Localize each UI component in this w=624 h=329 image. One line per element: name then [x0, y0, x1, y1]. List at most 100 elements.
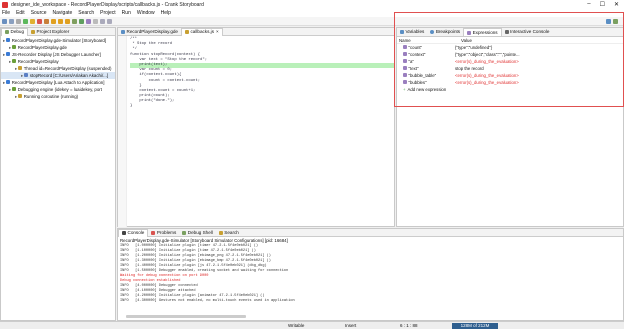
step-return-icon[interactable]: [65, 18, 70, 24]
expression-value: <error(s)_during_the_evaluation>: [455, 73, 519, 78]
tab-interactive-console[interactable]: Interactive Console: [502, 28, 553, 36]
code-editor[interactable]: /** * Stop the record */function stopRec…: [127, 36, 394, 227]
debug-tree-item[interactable]: ▸ Debugging engine (idekey = luaidekey, p…: [1, 86, 115, 93]
editor-gutter[interactable]: [118, 36, 127, 227]
expand-toggle-icon[interactable]: ▸: [9, 59, 11, 64]
expand-toggle-icon[interactable]: ▸: [9, 87, 11, 92]
new-icon[interactable]: [2, 18, 7, 24]
console-scrollbar[interactable]: [126, 315, 246, 318]
expand-toggle-icon[interactable]: ▸: [9, 45, 11, 50]
breakpoint-icon: [430, 30, 435, 34]
console-view-tabs: Console Problems Debug Shell Search: [118, 228, 623, 237]
perspective-storyboard-icon[interactable]: [606, 18, 611, 24]
menu-source[interactable]: Source: [31, 10, 47, 16]
tree-node-icon: [18, 94, 23, 98]
disconnect-icon[interactable]: [44, 18, 49, 24]
expression-value: <error(s)_during_the_evaluation>: [455, 80, 519, 85]
save-icon[interactable]: [9, 18, 14, 24]
step-into-icon[interactable]: [51, 18, 56, 24]
expand-toggle-icon[interactable]: ▸: [3, 52, 5, 57]
expressions-header: Name Value: [397, 37, 623, 44]
menu-help[interactable]: Help: [161, 10, 171, 16]
print-icon[interactable]: [16, 18, 21, 24]
tab-expressions[interactable]: Expressions: [463, 28, 502, 36]
minimize-icon[interactable]: –: [587, 1, 590, 8]
debug-tree-item[interactable]: ▸ JS-Recorder Display [JS Debugger Launch…: [1, 51, 115, 58]
forward-icon[interactable]: [107, 18, 112, 24]
expression-value: {"type":"object","class":"","pointe...: [455, 52, 520, 57]
resume-icon[interactable]: [23, 18, 28, 24]
perspective-debug-icon[interactable]: [613, 18, 618, 24]
tree-node-icon: [6, 80, 11, 84]
expression-row[interactable]: "a" <error(s)_during_the_evaluation>: [397, 58, 623, 65]
expand-toggle-icon[interactable]: ▸: [21, 73, 23, 78]
close-icon[interactable]: ✕: [614, 1, 619, 8]
tab-callbacks-js[interactable]: callbacks.js ×: [181, 27, 223, 36]
bug-icon: [5, 30, 9, 34]
debug-tree-item[interactable]: ▸ Running coroutine (running): [1, 93, 115, 100]
expand-toggle-icon[interactable]: ▸: [15, 94, 17, 99]
expression-row[interactable]: "count" {"type":"undefined"}: [397, 44, 623, 51]
menu-run[interactable]: Run: [122, 10, 131, 16]
expand-toggle-icon[interactable]: ▸: [15, 66, 17, 71]
tab-problems[interactable]: Problems: [148, 229, 179, 237]
run-icon[interactable]: [79, 18, 84, 24]
tab-project-explorer[interactable]: Project Explorer: [28, 28, 72, 36]
tree-item-label: RecordPlayerDisplay: [17, 59, 59, 64]
tree-item-label: RecordPlayerDisplay.gde: [17, 45, 67, 50]
expression-icon: [403, 73, 407, 77]
expression-value: stop the record: [455, 66, 484, 71]
expression-name: "bubbles": [397, 79, 455, 86]
tree-node-icon: [12, 59, 17, 63]
external-tools-icon[interactable]: [86, 18, 91, 24]
menu-project[interactable]: Project: [100, 10, 116, 16]
debug-tree-item[interactable]: ▸ stopRecord [C:/Users/Ariakan Akachi/...…: [1, 72, 115, 79]
menu-window[interactable]: Window: [137, 10, 155, 16]
tree-node-icon: [6, 38, 11, 42]
debug-tree: ▸ RecordPlayerDisplay.gde-Simulator [Stor…: [1, 36, 115, 100]
menu-file[interactable]: File: [2, 10, 10, 16]
terminate-icon[interactable]: [37, 18, 42, 24]
tab-console[interactable]: Console: [118, 228, 149, 237]
add-expression-row[interactable]: + Add new expression: [397, 86, 623, 93]
close-tab-icon[interactable]: ×: [216, 28, 219, 36]
debug-tree-item[interactable]: ▸ Thread id=RecordPlayerDisplay (suspende…: [1, 65, 115, 72]
tab-breakpoints[interactable]: Breakpoints: [427, 28, 463, 36]
add-icon: +: [403, 87, 406, 92]
expression-row[interactable]: "text" stop the record: [397, 65, 623, 72]
expression-name: "count": [397, 44, 455, 51]
debug-tree-item[interactable]: ▸ RecordPlayerDisplay.gde-Simulator [Stor…: [1, 37, 115, 44]
menu-search[interactable]: Search: [78, 10, 94, 16]
menu-navigate[interactable]: Navigate: [53, 10, 73, 16]
expression-row[interactable]: "bubble_table" <error(s)_during_the_evalu…: [397, 72, 623, 79]
expand-toggle-icon[interactable]: ▸: [3, 38, 5, 43]
expression-row[interactable]: "bubbles" <error(s)_during_the_evaluation…: [397, 79, 623, 86]
debug-tree-item[interactable]: ▸ RecordPlayerDisplay.gde: [1, 44, 115, 51]
variables-view: Variables Breakpoints Expressions Intera…: [396, 27, 624, 227]
expression-value: <error(s)_during_the_evaluation>: [455, 59, 519, 64]
back-icon[interactable]: [100, 18, 105, 24]
suspend-icon[interactable]: [30, 18, 35, 24]
debug-icon[interactable]: [72, 18, 77, 24]
expand-toggle-icon[interactable]: ▸: [3, 80, 5, 85]
maximize-icon[interactable]: ☐: [600, 1, 605, 8]
console-icon: [122, 231, 126, 235]
console-output[interactable]: INFO [1.000000] Initialize plugin [timer…: [118, 244, 623, 304]
search-icon[interactable]: [93, 18, 98, 24]
expression-row[interactable]: "context" {"type":"object","class":"","po…: [397, 51, 623, 58]
step-over-icon[interactable]: [58, 18, 63, 24]
menu-edit[interactable]: Edit: [16, 10, 25, 16]
debug-tree-item[interactable]: ▸ RecordPlayerDisplay [Lua Attach to Appl…: [1, 79, 115, 86]
expression-value: {"type":"undefined"}: [455, 45, 493, 50]
cursor-position: 6 : 1 : 88: [400, 323, 418, 328]
status-bar: Writable Insert 6 : 1 : 88 128M of 212M: [0, 321, 624, 329]
tab-debug[interactable]: Debug: [1, 27, 29, 36]
tab-recordplayerdisplay-gde[interactable]: RecordPlayerDisplay.gde: [118, 28, 181, 36]
debug-tree-item[interactable]: ▸ RecordPlayerDisplay: [1, 58, 115, 65]
code-line[interactable]: }: [130, 104, 394, 109]
gde-file-icon: [121, 29, 125, 34]
heap-status[interactable]: 128M of 212M: [452, 322, 498, 329]
tab-debug-shell[interactable]: Debug Shell: [179, 229, 216, 237]
tab-variables[interactable]: Variables: [397, 28, 427, 36]
tab-search[interactable]: Search: [216, 229, 242, 237]
